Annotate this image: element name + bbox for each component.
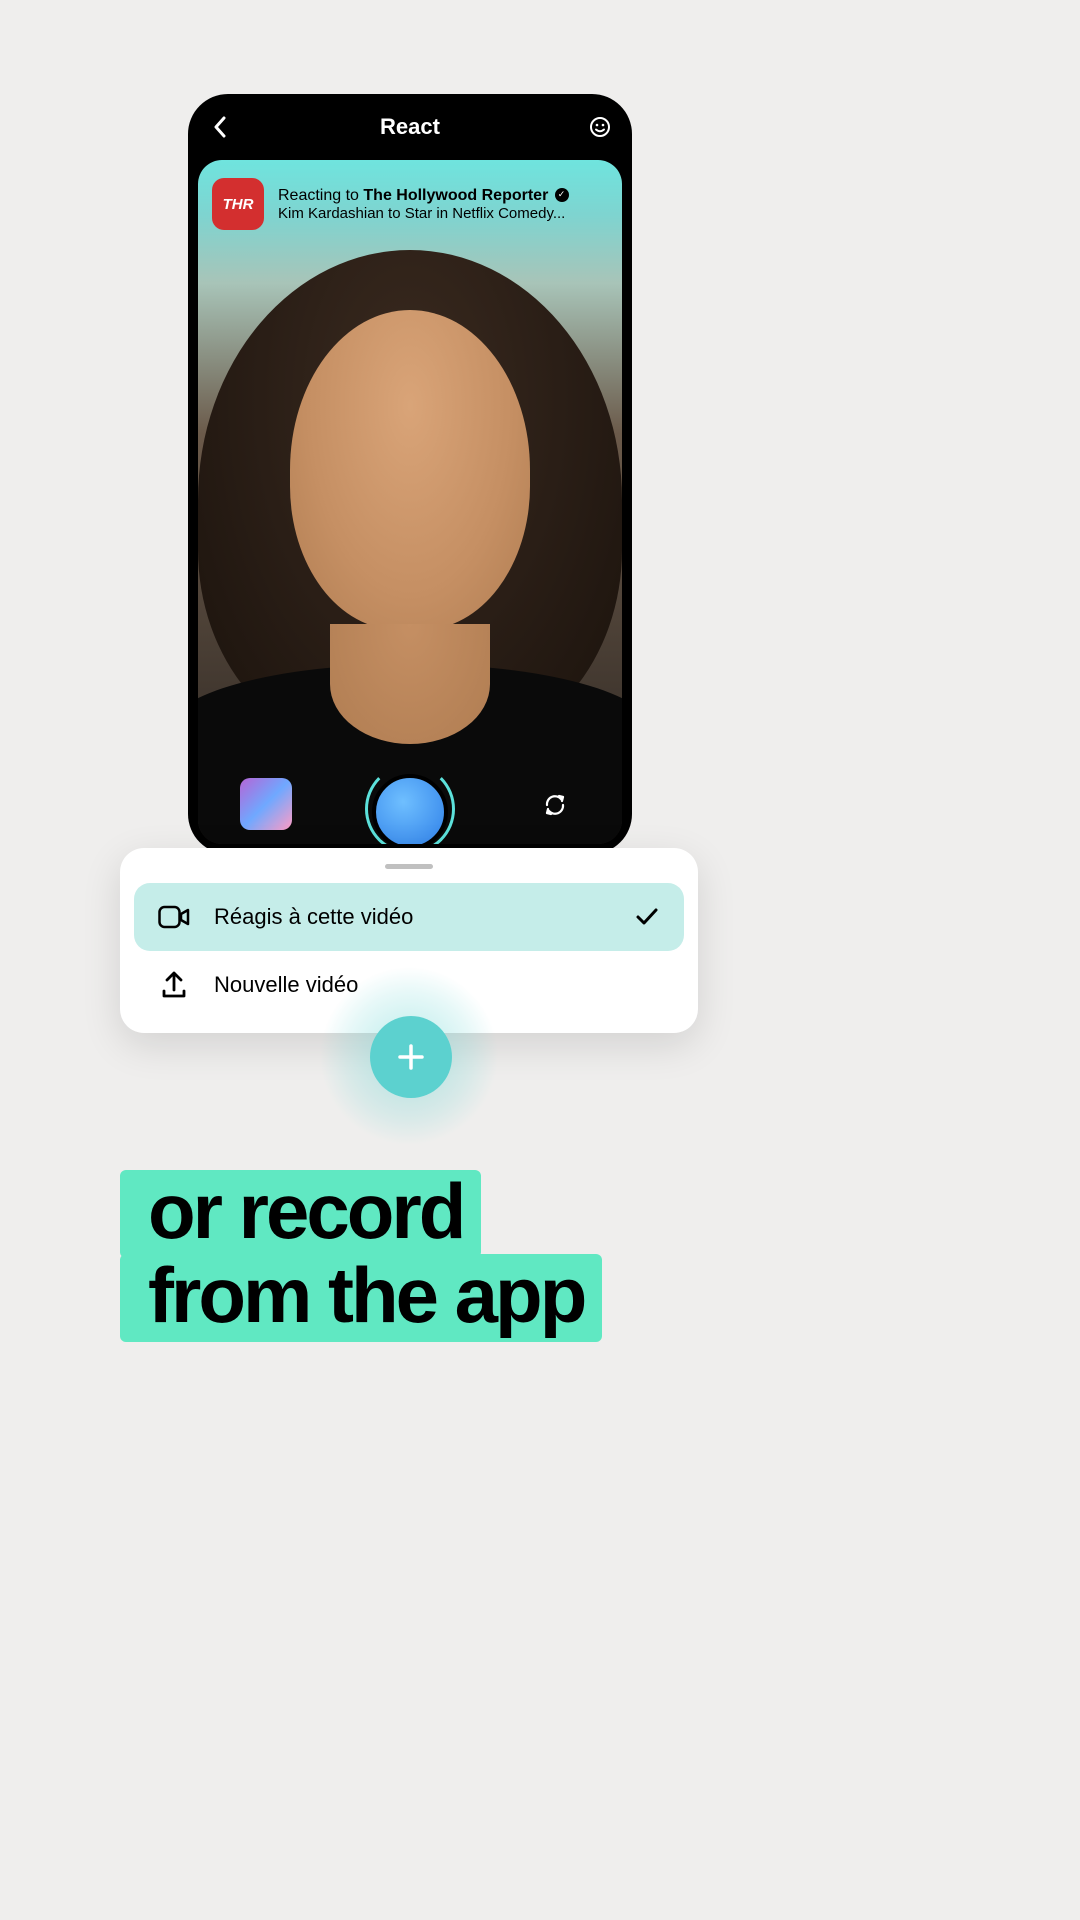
record-button[interactable] [372,774,448,844]
add-button[interactable] [370,1016,452,1098]
smiley-icon [589,116,611,138]
sheet-drag-handle[interactable] [385,864,433,869]
phone-header: React [188,94,632,160]
tagline-line2: from the app [120,1254,602,1342]
plus-icon [394,1040,428,1074]
gallery-thumbnail-button[interactable] [240,778,292,830]
phone-mockup: React THR Reacting to The Hollywood Repo… [188,94,632,854]
source-prefix: Reacting to [278,187,363,204]
check-icon [634,904,660,930]
tagline-line1: or record [120,1170,481,1258]
source-avatar: THR [212,178,264,230]
source-text: Reacting to The Hollywood Reporter Kim K… [278,187,608,222]
camera-preview: THR Reacting to The Hollywood Reporter K… [198,160,622,844]
video-icon [158,901,190,933]
back-button[interactable] [208,115,232,139]
verified-icon [555,188,569,202]
source-name: The Hollywood Reporter [363,187,548,204]
sheet-item-react-to-video[interactable]: Réagis à cette vidéo [134,883,684,951]
source-subtitle: Kim Kardashian to Star in Netflix Comedy… [278,205,608,222]
promo-tagline: or record from the app [120,1170,602,1342]
upload-icon [158,969,190,1001]
sheet-item-label: Réagis à cette vidéo [214,904,610,930]
preview-image [198,250,622,844]
screen-title: React [380,114,440,140]
flip-camera-icon [541,791,569,819]
flip-camera-button[interactable] [540,790,570,820]
chevron-left-icon [213,116,227,138]
reacting-to-card[interactable]: THR Reacting to The Hollywood Reporter K… [212,178,608,230]
filters-button[interactable] [588,115,612,139]
